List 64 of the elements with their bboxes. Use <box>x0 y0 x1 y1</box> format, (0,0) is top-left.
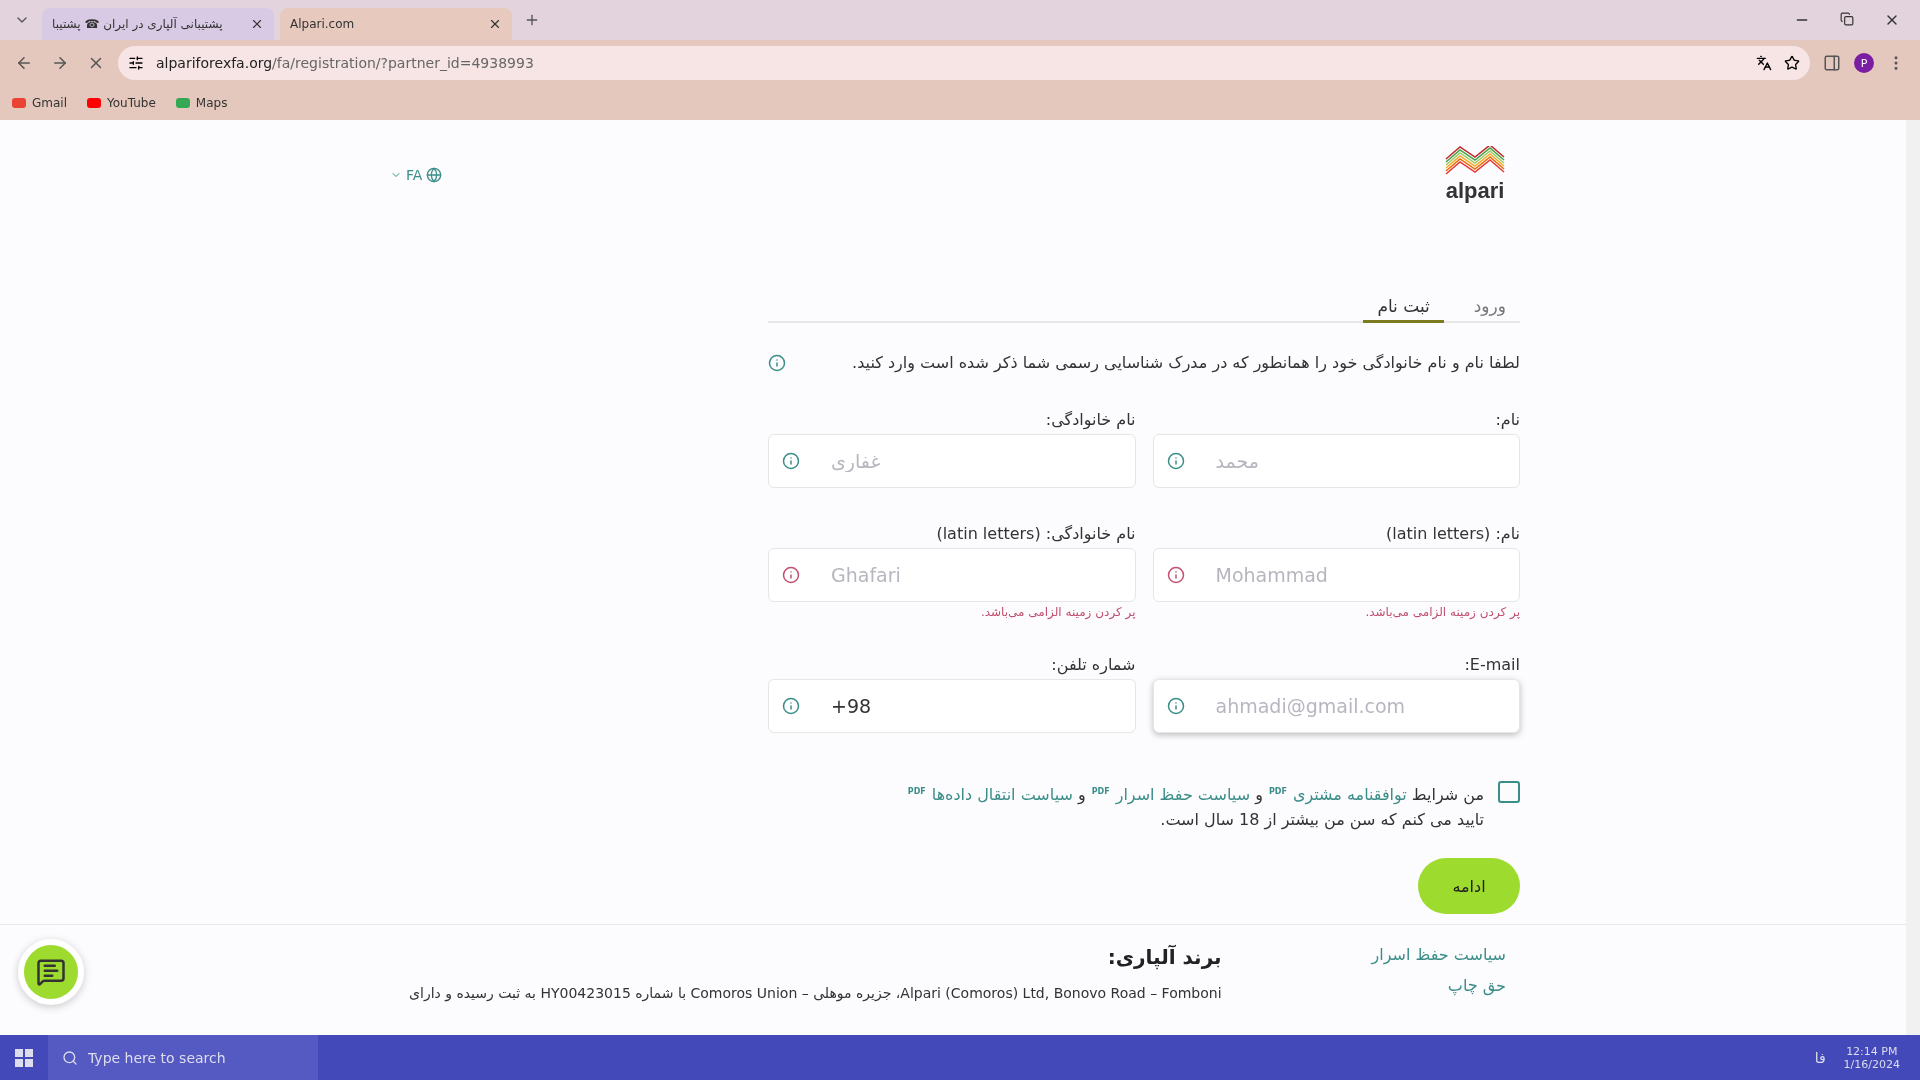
info-icon[interactable] <box>1166 566 1185 584</box>
pdf-label: PDF <box>1268 787 1287 796</box>
side-panel-icon[interactable] <box>1823 54 1841 72</box>
language-selector[interactable]: FA <box>406 167 423 183</box>
info-icon[interactable] <box>782 452 800 470</box>
bookmark-link[interactable]: Maps <box>175 96 228 110</box>
bookmark-link[interactable]: Gmail <box>12 96 67 110</box>
plus-icon[interactable] <box>524 12 540 28</box>
document-link[interactable]: توافقنامه مشتری <box>1292 785 1407 805</box>
footer-link[interactable]: سیاست حفظ اسرار <box>1371 945 1506 964</box>
field-label: نام خانوادگی: (latin letters) <box>935 524 1136 543</box>
windows-icon[interactable] <box>15 1048 33 1067</box>
info-icon[interactable] <box>1166 452 1185 470</box>
input-field[interactable]: Ghafari <box>768 548 1136 602</box>
info-icon[interactable] <box>768 353 786 372</box>
input-field[interactable]: Mohammad <box>1152 548 1520 602</box>
clock[interactable]: 12:14 PM 1/16/2024 <box>1843 1044 1900 1071</box>
info-icon[interactable] <box>782 697 800 715</box>
forward-icon[interactable] <box>51 54 69 72</box>
checkbox[interactable] <box>1498 781 1520 803</box>
pdf-label: PDF <box>907 787 926 796</box>
footer-link[interactable]: حق چاپ <box>1371 976 1506 995</box>
taskbar-search[interactable]: Type here to search <box>48 1035 318 1080</box>
continue-button[interactable]: ادامه <box>1418 858 1520 915</box>
translate-icon[interactable] <box>1756 55 1772 71</box>
input-field[interactable]: محمد <box>1152 434 1520 488</box>
field-label: نام: (latin letters) <box>1385 524 1520 543</box>
star-icon[interactable] <box>1784 55 1800 71</box>
search-icon[interactable] <box>62 1049 78 1066</box>
error-text: پر کردن زمینه الزامی می‌باشد. <box>979 605 1136 619</box>
field-label: نام خانوادگی: <box>1044 410 1136 429</box>
field-label: نام: <box>1494 410 1520 429</box>
address-bar[interactable]: alpariforexfa.org/fa/registration/?partner_id=4938993 <box>118 46 1810 80</box>
globe-icon[interactable] <box>426 167 443 183</box>
age-confirmation-text: تایید می کنم که سن من بیشتر از 18 سال است. <box>1159 809 1484 832</box>
browser-tab[interactable]: Alpari.com <box>280 8 512 40</box>
input-field[interactable]: +98 <box>768 679 1136 733</box>
error-text: پر کردن زمینه الزامی می‌باشد. <box>1364 605 1520 619</box>
input-field[interactable]: غفاری <box>768 434 1136 488</box>
notice-text: لطفا نام و نام خانوادگی خود را همانطور که در مدرک شناسایی رسمی شما ذکر شده است وارد کنید. <box>852 353 1520 372</box>
close-icon[interactable] <box>250 17 264 31</box>
input-field[interactable]: ahmadi@gmail.com <box>1152 679 1520 733</box>
profile-avatar[interactable]: P <box>1854 53 1874 73</box>
info-icon[interactable] <box>1166 697 1185 715</box>
browser-tab[interactable]: پشتیبانی آلپاری در ایران ☎ پشتیبا <box>42 8 274 40</box>
close-icon[interactable] <box>488 17 502 31</box>
brand-text: Alpari (Comoros) Ltd, Bonovo Road – Fomboni، جزیره موهلی – Comoros Union با شماره HY00423015 به ثبت رسیده و دارای <box>409 985 1222 1001</box>
document-link[interactable]: سیاست حفظ اسرار <box>1115 785 1251 805</box>
bookmark-link[interactable]: YouTube <box>87 96 156 110</box>
waves-icon <box>1444 146 1506 178</box>
pdf-label: PDF <box>1091 787 1110 796</box>
auth-tab[interactable]: ورود <box>1459 294 1520 323</box>
document-link[interactable]: سیاست انتقال داده‌ها <box>931 785 1073 805</box>
input-language[interactable]: فا <box>1814 1049 1826 1066</box>
chat-icon[interactable] <box>36 957 66 987</box>
brand-title: برند آلپاری: <box>1106 945 1222 969</box>
field-label: E-mail: <box>1463 655 1520 674</box>
field-label: شماره تلفن: <box>1050 655 1136 674</box>
auth-tab[interactable]: ثبت نام <box>1363 294 1444 323</box>
restore-icon[interactable] <box>1840 12 1854 26</box>
info-icon[interactable] <box>782 566 800 584</box>
back-icon[interactable] <box>15 54 33 72</box>
site-settings-icon[interactable] <box>128 55 144 71</box>
logo[interactable]: alpari <box>1444 146 1506 204</box>
